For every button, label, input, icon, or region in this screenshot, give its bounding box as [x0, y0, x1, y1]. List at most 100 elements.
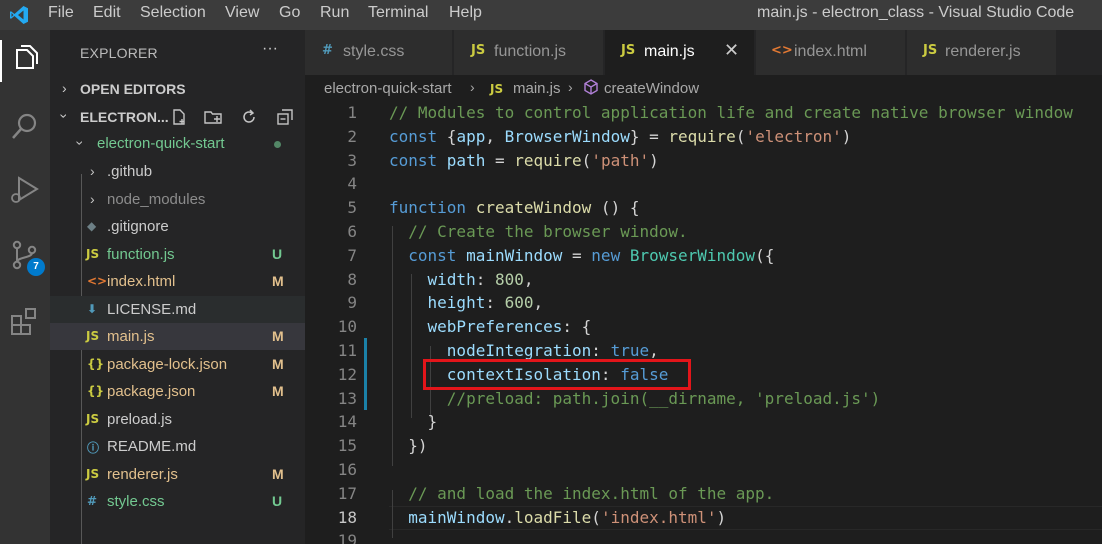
code-token: :	[475, 269, 495, 289]
menu-help[interactable]: Help	[449, 4, 482, 24]
file-type-icon: JS	[86, 411, 100, 426]
open-editors-section[interactable]: › OPEN EDITORS	[50, 78, 305, 100]
code-token: app	[456, 126, 486, 146]
code-editor[interactable]: 1 // Modules to control application life …	[305, 101, 1102, 544]
tree-item[interactable]: › .github	[50, 158, 305, 185]
status-dot-icon	[274, 141, 281, 148]
code-token: width	[427, 269, 476, 289]
js-file-icon: JS	[471, 43, 486, 58]
tree-item[interactable]: JS main.js M	[50, 323, 305, 350]
git-status-badge: M	[272, 355, 284, 372]
menu-go[interactable]: Go	[279, 4, 300, 24]
breadcrumb-symbol[interactable]: createWindow	[604, 80, 699, 97]
menu-file[interactable]: File	[48, 4, 74, 24]
menu-view[interactable]: View	[225, 4, 259, 24]
js-file-icon: JS	[923, 43, 938, 58]
code-token: require	[514, 150, 582, 170]
code-token: ,	[523, 269, 534, 289]
code-token: //preload: path.join(__dirname, 'preload…	[446, 388, 881, 408]
workspace-folder-section[interactable]: › ELECTRON...	[50, 106, 305, 128]
tree-item[interactable]: # style.css U	[50, 488, 305, 515]
chevron-right-icon: ›	[470, 79, 475, 95]
code-token: )	[649, 150, 659, 170]
code-line: const mainWindow = new BrowserWindow({	[389, 244, 774, 268]
code-token: createWindow	[475, 198, 592, 218]
file-type-icon: ◆	[87, 219, 97, 233]
tab-main-js[interactable]: JS main.js ✕	[605, 30, 755, 75]
run-debug-icon[interactable]	[8, 173, 42, 207]
tab-function-js[interactable]: JS function.js	[454, 30, 604, 75]
tree-item[interactable]: <> index.html M	[50, 268, 305, 295]
line-number: 10	[337, 317, 357, 337]
file-type-icon: ⬇	[87, 301, 98, 316]
code-token: // and load the index.html of the app.	[408, 483, 775, 503]
new-file-icon[interactable]	[170, 108, 188, 126]
symbol-method-icon	[583, 79, 599, 99]
tab-label: function.js	[494, 43, 567, 60]
menu-edit[interactable]: Edit	[93, 4, 121, 24]
file-name: README.md	[107, 438, 197, 455]
code-line: width: 800,	[389, 268, 534, 292]
close-icon[interactable]: ✕	[724, 40, 739, 61]
chevron-right-icon: ›	[90, 163, 95, 179]
code-line: height: 600,	[389, 291, 544, 315]
code-token: require	[668, 126, 736, 146]
code-token: path	[446, 150, 486, 170]
tree-item[interactable]: ⓘ README.md	[50, 433, 305, 460]
code-token: {	[446, 126, 457, 146]
open-editors-label: OPEN EDITORS	[80, 81, 186, 97]
chevron-right-icon: ›	[90, 190, 95, 207]
code-token: // Create the browser window.	[408, 222, 688, 241]
tab-label: main.js	[644, 43, 695, 60]
git-status-badge: M	[272, 465, 284, 482]
code-line: const path = require('path')	[389, 149, 659, 173]
search-icon[interactable]	[8, 109, 42, 143]
extensions-icon[interactable]	[8, 304, 42, 338]
tree-item[interactable]: JS renderer.js M	[50, 461, 305, 488]
line-number: 5	[347, 198, 357, 218]
code-token: .	[504, 507, 515, 527]
menu-run[interactable]: Run	[320, 4, 349, 24]
workspace-folder-label: ELECTRON...	[80, 109, 169, 125]
js-file-icon: JS	[490, 82, 504, 96]
tab-style-css[interactable]: # style.css	[305, 30, 453, 75]
tree-item-project[interactable]: › electron-quick-start	[50, 130, 305, 157]
explorer-sidebar: EXPLORER ··· › OPEN EDITORS › ELECTRON..…	[50, 30, 305, 544]
tree-item[interactable]: ⬇ LICENSE.md	[50, 295, 305, 323]
tab-index-html[interactable]: <> index.html	[756, 30, 906, 75]
code-line: mainWindow.loadFile('index.html')	[389, 506, 726, 530]
tree-item[interactable]: ◆ .gitignore	[50, 213, 305, 240]
refresh-icon[interactable]	[240, 108, 258, 126]
new-folder-icon[interactable]	[204, 108, 222, 126]
code-token: function	[389, 198, 476, 218]
menu-terminal[interactable]: Terminal	[368, 4, 428, 24]
line-number: 16	[337, 460, 357, 479]
code-token: nodeIntegration	[446, 341, 592, 360]
chevron-right-icon: ›	[568, 79, 573, 95]
tree-item[interactable]: {} package.json M	[50, 378, 305, 405]
tree-item[interactable]: › node_modules	[50, 186, 305, 213]
tree-item[interactable]: JS function.js U	[50, 241, 305, 268]
collapse-all-icon[interactable]	[276, 108, 294, 126]
tree-item[interactable]: {} package-lock.json M	[50, 351, 305, 378]
menu-selection[interactable]: Selection	[140, 4, 206, 24]
more-actions-icon[interactable]: ···	[262, 40, 278, 58]
file-type-icon: {}	[87, 384, 105, 398]
code-token: // Modules to control application life a…	[389, 103, 1073, 122]
tab-renderer-js[interactable]: JS renderer.js	[907, 30, 1057, 75]
annotation-highlight-box	[423, 359, 691, 390]
breadcrumb-folder[interactable]: electron-quick-start	[324, 80, 452, 97]
code-token: )	[716, 507, 727, 527]
tree-item[interactable]: JS preload.js	[50, 406, 305, 433]
code-line: function createWindow () {	[389, 196, 639, 220]
file-name: .github	[107, 163, 153, 180]
explorer-icon[interactable]	[8, 43, 42, 77]
line-number: 17	[337, 483, 357, 503]
breadcrumb-file[interactable]: main.js	[513, 80, 561, 97]
